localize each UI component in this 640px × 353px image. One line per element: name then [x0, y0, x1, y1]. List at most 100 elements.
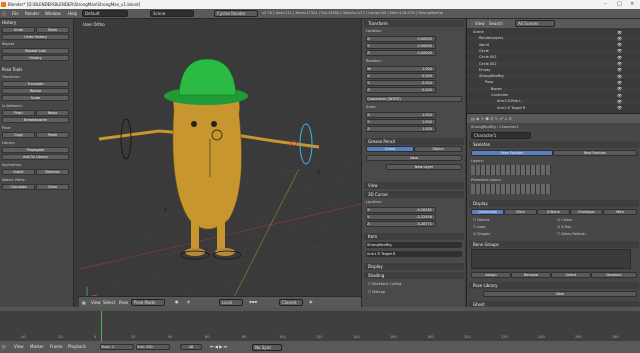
timeline-marker-menu[interactable]: Marker: [30, 344, 44, 349]
timeline-area[interactable]: -40 -20 0 20 40 60 80 100 120 140 160 180 200 220 240 2…: [0, 311, 640, 341]
visibility-eye-icon[interactable]: 👁: [617, 67, 622, 72]
push-button[interactable]: Push: [2, 110, 35, 116]
rotation-mode-dropdown[interactable]: Quaternion (WXYZ): [366, 96, 462, 102]
playback-controls-icon[interactable]: ⏮ ◀ ▶ ⏭: [210, 344, 227, 349]
outliner-row[interactable]: Circle.002 👁: [467, 61, 640, 67]
snap-selector[interactable]: Closest: [279, 299, 303, 306]
remove-keyframe-button[interactable]: Remove: [36, 169, 69, 175]
properties-tab-icons[interactable]: ▤ ◉ ✦ ⬢ ⛭ ✎ ☍ ⌂ ⚙: [471, 116, 512, 121]
location-y-field[interactable]: Y: 0.00000: [366, 43, 436, 49]
visibility-eye-icon[interactable]: 👁: [617, 105, 622, 110]
display-wire-button[interactable]: Wire: [603, 209, 637, 215]
xray-checkbox[interactable]: ☑ X-Ray: [557, 225, 571, 229]
undo-button[interactable]: Undo: [2, 27, 35, 33]
display-section-header[interactable]: Display: [469, 200, 639, 207]
names-checkbox[interactable]: ☐ Names: [473, 218, 489, 222]
select-button[interactable]: Select: [551, 272, 591, 278]
outliner-row[interactable]: Pose 👁: [467, 80, 640, 86]
assign-button[interactable]: Assign: [471, 272, 511, 278]
right-leg[interactable]: [217, 219, 225, 251]
shading-icon[interactable]: ●: [175, 299, 179, 304]
remove-button[interactable]: Remove: [511, 272, 551, 278]
timeline-playback-menu[interactable]: Playback: [68, 344, 86, 349]
item-name-field[interactable]: StrongManRig: [366, 242, 462, 248]
bone-layers-grid[interactable]: [471, 165, 551, 175]
visibility-eye-icon[interactable]: 👁: [617, 48, 622, 53]
grease-pencil-object-tab[interactable]: Object: [414, 146, 462, 152]
view-header[interactable]: View: [364, 182, 464, 189]
outliner-row[interactable]: StrongManRig 👁: [467, 74, 640, 80]
display-header[interactable]: Display: [364, 263, 464, 270]
close-icon[interactable]: ×: [630, 1, 634, 7]
armature-datablock[interactable]: Character1: [471, 132, 531, 139]
location-x-field[interactable]: X: 0.00000: [366, 36, 436, 42]
outliner-row[interactable]: Scene 👁: [467, 30, 640, 35]
outliner-search-menu[interactable]: Search: [489, 21, 503, 26]
scale-y-field[interactable]: Y: 1.000: [366, 119, 436, 125]
rotate-button[interactable]: Rotate: [2, 88, 69, 94]
left-leg[interactable]: [191, 219, 199, 251]
maximize-icon[interactable]: □: [617, 1, 622, 7]
menu-render[interactable]: Render: [25, 11, 39, 16]
cursor-z-field[interactable]: Z: 4.28771: [366, 221, 436, 227]
visibility-eye-icon[interactable]: 👁: [617, 74, 622, 79]
clear-paths-button[interactable]: Clear: [36, 184, 69, 190]
propagate-button[interactable]: Propagate: [2, 147, 69, 153]
cursor-y-field[interactable]: Y: -0.22926: [366, 214, 436, 220]
outliner-row[interactable]: Circle.001 👁: [467, 55, 640, 61]
right-arm[interactable]: [228, 132, 320, 149]
orientation-selector[interactable]: Local: [219, 299, 243, 306]
menu-help[interactable]: Help: [68, 11, 77, 16]
rotation-z-field[interactable]: Z: 0.000: [366, 87, 436, 93]
current-frame-field[interactable]: 48: [180, 344, 202, 350]
bone-groups-header[interactable]: Bone Groups: [469, 241, 639, 248]
display-stick-button[interactable]: Stick: [504, 209, 537, 215]
left-sandal[interactable]: [185, 248, 205, 256]
transform-header[interactable]: Transform: [364, 20, 464, 27]
translate-button[interactable]: Translate: [2, 81, 69, 87]
layers-icon[interactable]: ▪▪▪: [249, 299, 257, 304]
3d-viewport[interactable]: User Ortho (48) StrongManRig : Arm1 R Ta…: [79, 19, 361, 307]
rotation-y-field[interactable]: Y: 0.000: [366, 80, 436, 86]
display-octahedral-button[interactable]: Octahedral: [471, 209, 504, 215]
menu-window[interactable]: Window: [45, 11, 61, 16]
visibility-eye-icon[interactable]: 👁: [617, 86, 622, 91]
delay-refresh-checkbox[interactable]: ☐ Delay Refresh: [557, 232, 586, 236]
grease-pencil-header[interactable]: Grease Pencil: [364, 138, 464, 145]
colors-checkbox[interactable]: ☑ Colors: [557, 218, 572, 222]
timeline-view-menu[interactable]: View: [14, 344, 24, 349]
calculate-paths-button[interactable]: Calculate: [2, 184, 35, 190]
render-icon[interactable]: ◉: [309, 299, 313, 304]
insert-keyframe-button[interactable]: Insert: [2, 169, 35, 175]
repeat-last-button[interactable]: Repeat Last: [2, 48, 69, 54]
pose-tools-header[interactable]: Pose Tools: [2, 67, 22, 72]
menu-pose-3d[interactable]: Pose: [119, 300, 128, 305]
breakdowner-button[interactable]: Breakdowner: [2, 117, 69, 123]
outliner-row[interactable]: Empty 👁: [467, 67, 640, 73]
start-frame-field[interactable]: Start: 1: [100, 344, 134, 350]
shading-header[interactable]: Shading: [364, 272, 464, 279]
axes-checkbox[interactable]: ☐ Axes: [473, 225, 486, 229]
outliner-filter-dropdown[interactable]: All Scenes: [515, 20, 555, 27]
bone-name-field[interactable]: Arm1 R Target R: [366, 251, 462, 257]
render-engine-selector[interactable]: Cycles Render: [214, 10, 258, 17]
scale-x-field[interactable]: X: 1.000: [366, 112, 436, 118]
item-header[interactable]: Item: [364, 233, 464, 240]
pivot-icon[interactable]: ◈: [187, 299, 190, 304]
hat-crown[interactable]: [178, 58, 237, 96]
display-envelope-button[interactable]: Envelope: [570, 209, 603, 215]
layout-selector[interactable]: Default: [82, 10, 128, 17]
outliner-row[interactable]: Controller 👁: [467, 93, 640, 98]
outliner-row[interactable]: Arm1 R Target R 👁: [467, 105, 640, 111]
minimize-icon[interactable]: –: [604, 1, 607, 7]
3d-cursor-header[interactable]: 3D Cursor: [364, 191, 464, 198]
scale-z-field[interactable]: Z: 1.000: [366, 126, 436, 132]
location-z-field[interactable]: Z: 0.00000: [366, 50, 436, 56]
visibility-eye-icon[interactable]: 👁: [617, 61, 622, 66]
visibility-eye-icon[interactable]: 👁: [617, 80, 622, 85]
rotation-w-field[interactable]: W: 1.000: [366, 66, 436, 72]
timeline-frame-menu[interactable]: Frame: [50, 344, 62, 349]
grease-pencil-new-button[interactable]: New: [366, 155, 462, 161]
rest-position-button[interactable]: Rest Position: [553, 150, 637, 156]
history-header[interactable]: History: [2, 20, 16, 25]
